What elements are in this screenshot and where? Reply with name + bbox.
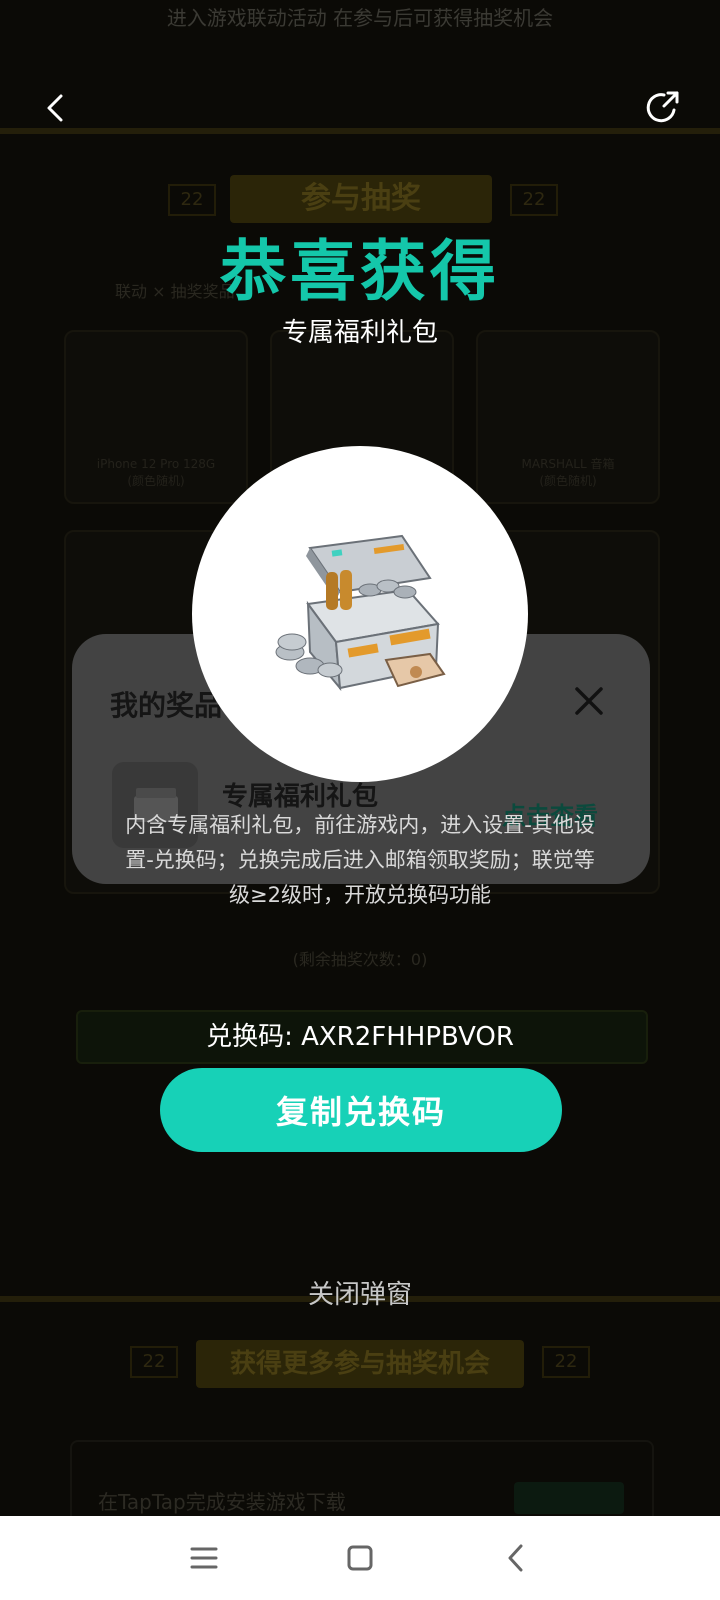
- close-icon[interactable]: [572, 684, 606, 718]
- bg-top-banner-text: 进入游戏联动活动 在参与后可获得抽奖机会: [166, 6, 554, 30]
- bg-draw-counter: (剩余抽奖次数：0): [292, 950, 428, 969]
- bg-title-deco-right: 22: [542, 1346, 590, 1378]
- app-screen: 进入游戏联动活动 在参与后可获得抽奖机会 22 参与抽奖 22 联动 × 抽奖奖…: [0, 0, 720, 1600]
- congrats-title: 恭喜获得: [220, 233, 500, 310]
- prize-image-circle: [192, 446, 528, 782]
- bg-prize-card-label: MARSHALL 音箱 (颜色随机): [521, 457, 615, 488]
- bg-divider: [0, 128, 720, 134]
- bg-prize-card[interactable]: MARSHALL 音箱 (颜色随机): [476, 330, 660, 504]
- bg-title-deco-right: 22: [510, 184, 558, 216]
- share-icon[interactable]: [644, 88, 684, 128]
- menu-icon[interactable]: [184, 1538, 224, 1578]
- bg-task-text: 在TapTap完成安装游戏下载: [98, 1490, 346, 1514]
- system-nav-bar: [0, 1516, 720, 1600]
- bg-title-deco-left: 22: [168, 184, 216, 216]
- bg-title-deco-left: 22: [130, 1346, 178, 1378]
- prize-subtitle: 专属福利礼包: [281, 318, 438, 348]
- bg-task-button[interactable]: [514, 1482, 624, 1514]
- system-back-icon[interactable]: [496, 1538, 536, 1578]
- close-popup-link[interactable]: 关闭弹窗: [0, 1274, 720, 1311]
- bg-prize-card[interactable]: iPhone 12 Pro 128G (颜色随机): [64, 330, 248, 504]
- copy-code-button[interactable]: 复制兑换码: [160, 1068, 562, 1152]
- home-icon[interactable]: [340, 1538, 380, 1578]
- bg-section-title: 参与抽奖: [230, 175, 492, 223]
- redeem-code-text: 兑换码: AXR2FHHPBVOR: [206, 1022, 514, 1052]
- prize-description: 内含专属福利礼包，前往游戏内，进入设置-其他设置-兑换码；兑换完成后进入邮箱领取…: [125, 813, 595, 907]
- gift-box-image: [275, 534, 446, 692]
- bg-section-title: 获得更多参与抽奖机会: [196, 1340, 524, 1388]
- my-prizes-title: 我的奖品: [110, 689, 223, 722]
- bg-prize-card-label: iPhone 12 Pro 128G (颜色随机): [96, 457, 216, 488]
- back-arrow-icon[interactable]: [36, 88, 76, 128]
